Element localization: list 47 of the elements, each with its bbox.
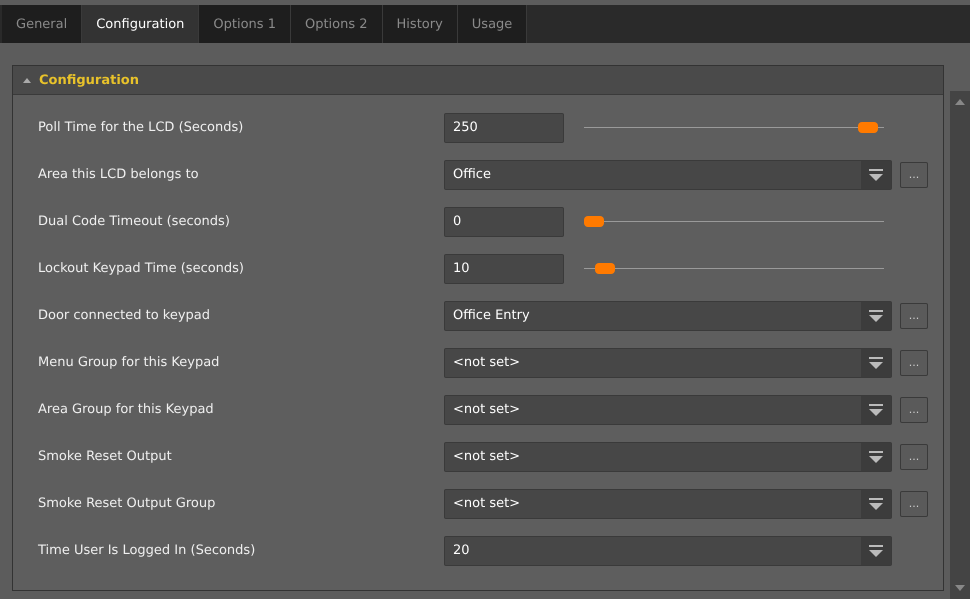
field-label: Smoke Reset Output Group [37, 496, 216, 511]
slider-thumb[interactable] [584, 216, 604, 227]
dropdown-field[interactable]: Office [444, 160, 892, 190]
dropdown-icon [868, 544, 884, 558]
tab[interactable]: Options 1 [199, 5, 291, 43]
browse-button[interactable]: ... [900, 490, 928, 516]
field-label: Door connected to keypad [37, 308, 212, 323]
slider-thumb[interactable] [858, 122, 878, 133]
browse-button[interactable]: ... [900, 162, 928, 188]
dropdown-icon [868, 402, 884, 416]
tab[interactable]: History [382, 5, 458, 43]
number-field[interactable]: 250 [444, 112, 564, 142]
dropdown-field[interactable]: 20 [444, 536, 892, 566]
tab[interactable]: General [2, 5, 82, 43]
number-field[interactable]: 10 [444, 254, 564, 284]
field-label: Area Group for this Keypad [37, 402, 215, 417]
field-label: Smoke Reset Output [37, 449, 173, 464]
field-label: Menu Group for this Keypad [37, 355, 220, 370]
dropdown-field[interactable]: <not set> [444, 442, 892, 472]
tab[interactable]: Configuration [82, 5, 200, 43]
dropdown-field[interactable]: <not set> [444, 394, 892, 424]
scrollbar[interactable] [950, 91, 970, 599]
browse-button[interactable]: ... [900, 350, 928, 376]
field-label: Lockout Keypad Time (seconds) [37, 261, 246, 276]
field-label: Area this LCD belongs to [37, 167, 200, 182]
section-title: Configuration [39, 72, 139, 88]
field-label: Poll Time for the LCD (Seconds) [37, 120, 244, 135]
section-header[interactable]: Configuration [13, 66, 943, 95]
dropdown-field[interactable]: <not set> [444, 348, 892, 378]
scroll-up-icon[interactable] [955, 99, 965, 105]
browse-button[interactable]: ... [900, 396, 928, 422]
scroll-down-icon[interactable] [955, 585, 965, 591]
browse-button[interactable]: ... [900, 444, 928, 470]
dropdown-field[interactable]: Office Entry [444, 300, 892, 330]
tab[interactable]: Usage [458, 5, 528, 43]
number-field[interactable]: 0 [444, 206, 564, 236]
dropdown-field[interactable]: <not set> [444, 488, 892, 518]
field-label: Time User Is Logged In (Seconds) [37, 543, 256, 558]
field-label: Dual Code Timeout (seconds) [37, 214, 231, 229]
dropdown-icon [868, 356, 884, 370]
dropdown-icon [868, 308, 884, 322]
dropdown-icon [868, 496, 884, 510]
dropdown-icon [868, 450, 884, 464]
slider-thumb[interactable] [595, 263, 616, 274]
dropdown-icon [868, 168, 884, 182]
browse-button[interactable]: ... [900, 302, 928, 328]
tab[interactable]: Options 2 [290, 5, 383, 43]
